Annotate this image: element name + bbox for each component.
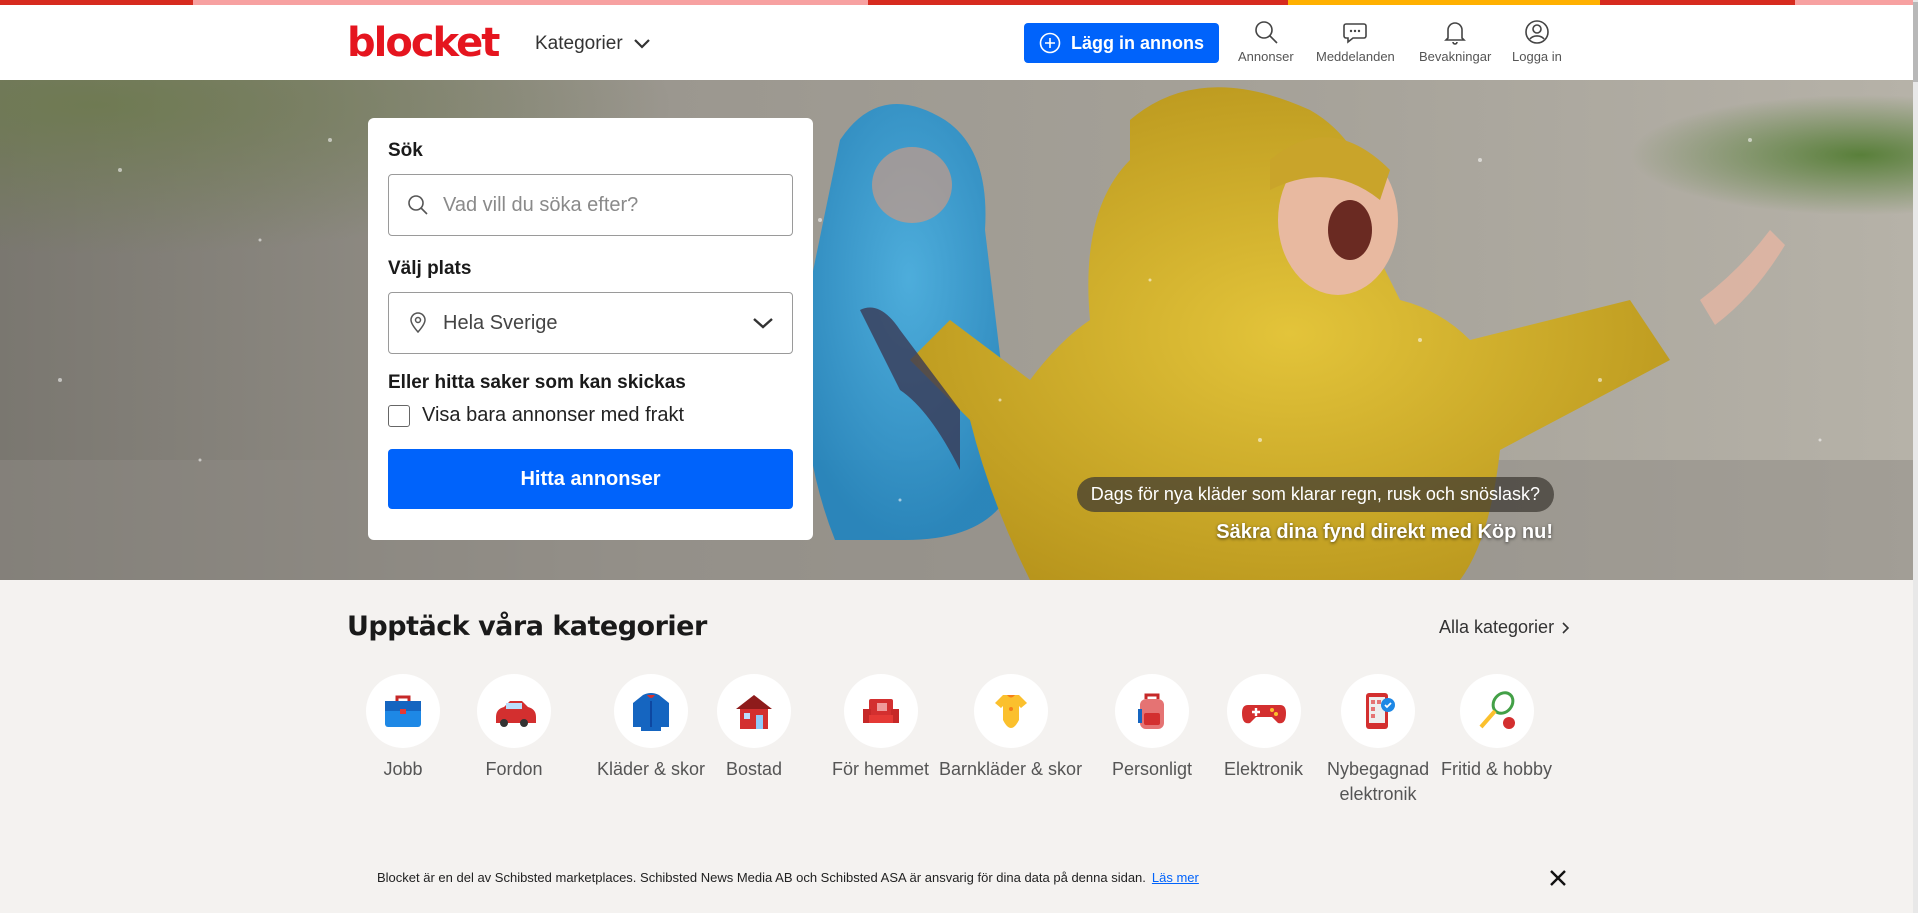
category-barnklader-skor[interactable]: Barnkläder & skor	[939, 674, 1082, 782]
racket-ball-icon	[1479, 691, 1515, 729]
armchair-icon	[862, 699, 899, 723]
hero-photo-children-in-rain	[0, 80, 1918, 580]
nav-meddelanden[interactable]: Meddelanden	[1316, 19, 1395, 64]
promo-cta: Säkra dina fynd direkt med Köp nu!	[1216, 521, 1553, 543]
categories-label: Kategorier	[535, 33, 623, 54]
categories-title: Upptäck våra kategorier	[347, 611, 707, 642]
category-jobb[interactable]: Jobb	[366, 674, 440, 782]
read-more-link[interactable]: Läs mer	[1152, 870, 1199, 885]
backpack-icon	[1138, 693, 1165, 729]
category-bostad[interactable]: Bostad	[717, 674, 791, 782]
nav-label: Logga in	[1512, 49, 1562, 64]
blocket-logo[interactable]: blocket	[347, 21, 500, 65]
car-icon	[496, 701, 536, 727]
phone-verified-icon	[1366, 693, 1396, 729]
search-icon	[1255, 21, 1278, 44]
search-panel: Sök Välj plats Hela Sverige Eller hitta …	[368, 118, 813, 540]
jacket-icon	[633, 693, 670, 731]
category-fritid-hobby[interactable]: Fritid & hobby	[1441, 674, 1553, 782]
category-label: Personligt	[1112, 759, 1193, 779]
shipping-option[interactable]: Visa bara annonser med frakt	[388, 404, 793, 427]
shipping-checkbox-label: Visa bara annonser med frakt	[422, 404, 685, 426]
category-personligt[interactable]: Personligt	[1112, 674, 1192, 782]
user-icon	[1525, 20, 1549, 44]
nav-bevakningar[interactable]: Bevakningar	[1419, 19, 1491, 64]
category-label: För hemmet	[832, 759, 930, 779]
gamepad-icon	[1241, 705, 1286, 724]
location-value: Hela Sverige	[443, 311, 558, 334]
category-label: Barnkläder & skor	[939, 759, 1083, 779]
nav-label: Bevakningar	[1419, 49, 1492, 64]
category-for-hemmet[interactable]: För hemmet	[832, 674, 929, 782]
all-categories-label: Alla kategorier	[1439, 617, 1555, 637]
category-label: Elektronik	[1224, 759, 1304, 779]
page-scrollbar[interactable]	[1913, 0, 1918, 913]
category-elektronik[interactable]: Elektronik	[1224, 674, 1303, 782]
category-label: Fordon	[485, 759, 543, 779]
bell-icon	[1444, 22, 1467, 45]
search-icon	[408, 195, 428, 215]
briefcase-icon	[385, 695, 421, 727]
category-label: Fritid & hobby	[1441, 759, 1553, 779]
chevron-down-icon	[753, 318, 773, 329]
category-label: Kläder & skor	[597, 759, 706, 779]
location-title: Välj plats	[388, 258, 472, 279]
shipping-checkbox[interactable]	[388, 404, 410, 427]
search-title: Sök	[388, 140, 423, 161]
category-label: Nybegagnad elektronik	[1327, 759, 1430, 804]
company-notice-bar: Blocket är en del av Schibsted marketpla…	[0, 857, 1918, 913]
category-klader-skor[interactable]: Kläder & skor	[597, 674, 705, 782]
chevron-down-icon	[633, 39, 650, 49]
category-nybegagnad-elektronik[interactable]: Nybegagnad elektronik	[1327, 674, 1429, 807]
search-field[interactable]	[388, 174, 793, 236]
close-icon[interactable]	[1547, 867, 1569, 889]
site-header: blocket Kategorier Lägg in annons Annons…	[0, 5, 1918, 80]
chat-bubble-icon	[1343, 23, 1368, 44]
plus-circle-icon	[1039, 32, 1061, 54]
category-label: Bostad	[725, 759, 783, 779]
category-fordon[interactable]: Fordon	[477, 674, 551, 782]
search-input[interactable]	[443, 193, 774, 217]
nav-label: Annonser	[1238, 49, 1294, 64]
house-icon	[736, 695, 772, 729]
baby-bodysuit-icon	[994, 695, 1027, 728]
location-select[interactable]: Hela Sverige	[388, 292, 793, 354]
post-ad-label: Lägg in annons	[1071, 32, 1204, 53]
hero-banner: Sök Välj plats Hela Sverige Eller hitta …	[0, 80, 1918, 580]
promo-question: Dags för nya kläder som klarar regn, rus…	[1076, 477, 1554, 512]
categories-section: Upptäck våra kategorier Alla kategorier …	[0, 580, 1918, 840]
categories-dropdown[interactable]: Kategorier	[535, 33, 651, 55]
chevron-right-icon	[1562, 621, 1570, 634]
nav-annonser[interactable]: Annonser	[1238, 19, 1294, 64]
find-ads-button[interactable]: Hitta annonser	[388, 449, 793, 509]
nav-label: Meddelanden	[1316, 49, 1395, 64]
notice-text: Blocket är en del av Schibsted marketpla…	[377, 870, 1199, 885]
location-pin-icon	[410, 312, 426, 334]
category-label: Jobb	[383, 759, 423, 779]
nav-logga-in[interactable]: Logga in	[1512, 19, 1562, 64]
shipping-title: Eller hitta saker som kan skickas	[388, 372, 686, 393]
post-ad-button[interactable]: Lägg in annons	[1024, 23, 1219, 63]
all-categories-link[interactable]: Alla kategorier	[1439, 617, 1570, 638]
